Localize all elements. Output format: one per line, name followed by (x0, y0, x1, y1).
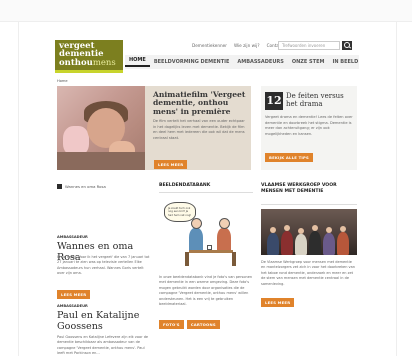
browser-frame-top (0, 0, 412, 22)
frame-right-border (396, 22, 397, 356)
hero-image[interactable] (57, 86, 145, 170)
cartoon-person-1-body (189, 228, 203, 252)
drama-all-tips-button[interactable]: BEKIJK ALLE TIPS (265, 153, 313, 162)
photo-person (295, 234, 307, 255)
logo-word-onthou: onthou (59, 58, 93, 68)
fotos-button[interactable]: FOTO'S (159, 320, 184, 329)
photo-person-head (312, 225, 318, 231)
video-icon (57, 184, 62, 189)
nav-home[interactable]: HOME (125, 57, 150, 67)
photo-person (337, 232, 349, 255)
cartoon-chair-left (185, 252, 189, 266)
search-input[interactable]: Trefwoorden invoeren (278, 41, 340, 50)
article-2-text: Paul Goossens en Katalijne Lefevere zijn… (57, 335, 149, 356)
werkgroep-heading: VLAAMSE WERKGROEP VOOR MENSEN MET DEMENT… (261, 183, 337, 194)
hero-read-more-button[interactable]: LEES MEER (154, 160, 188, 169)
article-1-text: In de reeks 'Voor ik het vergeet' die va… (57, 255, 150, 276)
logo-accent-bar (55, 70, 123, 73)
utility-link-wie-zijn-wij[interactable]: Wie zijn wij? (234, 43, 260, 51)
drama-text: Vergeet drama en dementie! Lees de feite… (265, 115, 353, 136)
hero-image-sleeve (57, 152, 145, 170)
photo-person-head (340, 226, 346, 232)
cartoon-table (189, 250, 233, 253)
photo-person (267, 233, 279, 255)
photo-person-head (270, 227, 276, 233)
photo-person (323, 233, 335, 255)
cartoon-person-2-head (219, 218, 230, 229)
search-button[interactable] (342, 41, 352, 50)
beeldendatabank-text: In onze beeldendatabank vind je foto's v… (159, 275, 253, 307)
logo-line-3: onthoumens (59, 59, 116, 68)
cartoons-button[interactable]: CARTOONS (186, 320, 220, 329)
nav-ambassadeurs[interactable]: AMBASSADEURS (233, 59, 287, 65)
beeldendatabank-divider (159, 192, 253, 193)
werkgroep-text: De Vlaamse Werkgroep voor mensen met dem… (261, 260, 355, 286)
article-1-label: AMBASSADEUR (57, 235, 88, 239)
beeldendatabank-heading: BEELDENDATABANK (159, 183, 211, 188)
utility-nav: Dementiekenner Wie zijn wij? Contact (192, 43, 283, 51)
frame-left-border (18, 22, 19, 356)
logo-word-mens: mens (92, 58, 116, 68)
cartoon-chair-right (232, 252, 236, 266)
utility-link-dementiekenner[interactable]: Dementiekenner (192, 43, 227, 51)
beeldendatabank-buttons: FOTO'S CARTOONS (159, 320, 220, 329)
photo-person-head (326, 227, 332, 233)
main-nav: HOME BEELDVORMING DEMENTIE AMBASSADEURS … (125, 55, 359, 69)
nav-in-beeld[interactable]: IN BEELD (328, 59, 362, 65)
drama-feature: 12 De feiten versus het drama Vergeet dr… (261, 86, 357, 170)
beeldendatabank-cartoon[interactable]: Je zoekt toch ook nog een bril? Je had h… (159, 198, 253, 274)
photo-person-head (284, 225, 290, 231)
photo-person-head (298, 228, 304, 234)
site-logo[interactable]: vergeet dementie onthoumens (55, 40, 123, 70)
drama-title[interactable]: De feiten versus het drama (286, 92, 354, 108)
hero-title[interactable]: Animatiefilm 'Vergeet dementie, onthou m… (153, 90, 249, 116)
cartoon-cup (207, 245, 212, 250)
werkgroep-group-photo[interactable] (261, 209, 357, 255)
nav-beeldvorming-dementie[interactable]: BEELDVORMING DEMENTIE (150, 59, 234, 65)
speech-bubble: Je zoekt toch ook nog een bril? Je had h… (164, 202, 196, 222)
cartoon-person-1-head (191, 218, 202, 229)
breadcrumb[interactable]: Home (57, 79, 68, 83)
werkgroep-read-more-button[interactable]: LEES MEER (261, 298, 295, 307)
article-1-read-more-button[interactable]: LEES MEER (57, 290, 91, 299)
article-2-title[interactable]: Paul en Katalijne Goossens (57, 310, 152, 332)
photo-person (281, 231, 293, 255)
page: vergeet dementie onthoumens Dementiekenn… (55, 28, 359, 356)
hero-feature: Animatiefilm 'Vergeet dementie, onthou m… (57, 86, 251, 170)
werkgroep-divider (261, 204, 357, 205)
video-link[interactable]: Wannes en oma Rosa (57, 184, 106, 189)
hero-text: De film vertelt het verhaal van een oude… (153, 119, 245, 140)
nav-onze-stem[interactable]: ONZE STEM (288, 59, 329, 65)
video-link-label: Wannes en oma Rosa (65, 184, 106, 189)
cartoon-person-2-body (217, 228, 231, 252)
article-2-label: AMBASSADEUR (57, 304, 88, 308)
photo-person (309, 231, 321, 255)
drama-number-badge: 12 (265, 92, 283, 110)
